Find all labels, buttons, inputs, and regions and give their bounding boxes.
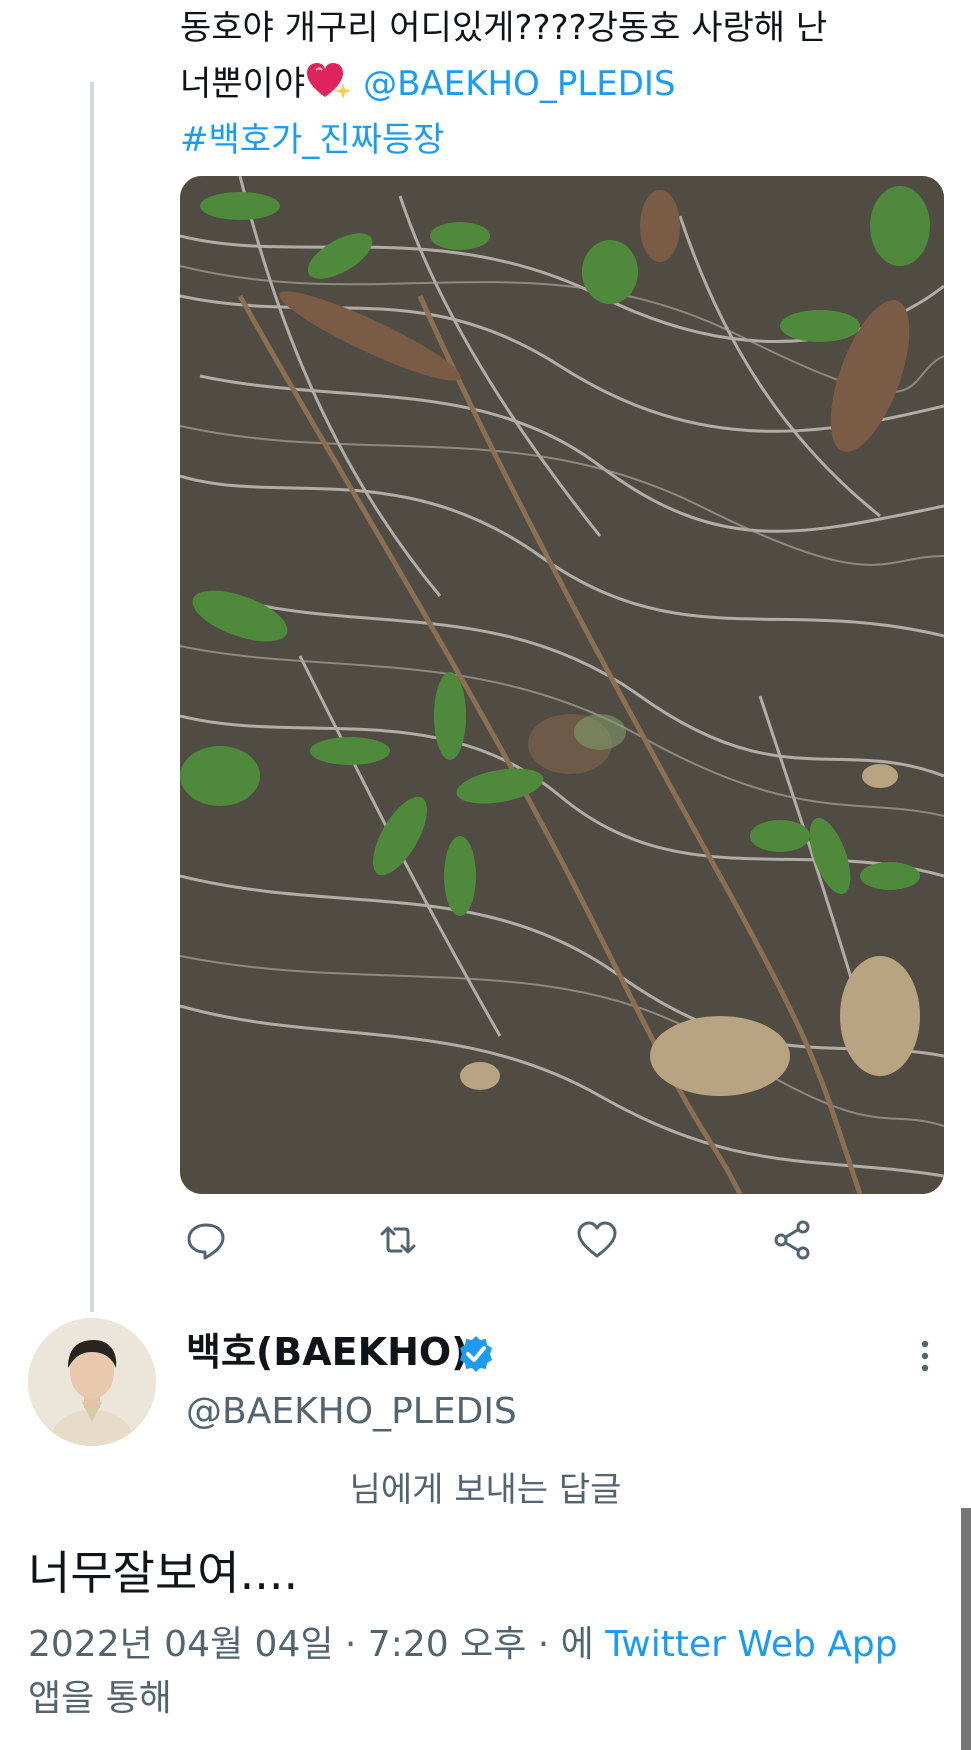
share-button[interactable]: [770, 1218, 814, 1262]
scrollbar-thumb[interactable]: [961, 1508, 971, 1750]
share-icon: [774, 1220, 810, 1260]
hashtag-link[interactable]: #백호가_진짜등장: [180, 112, 940, 168]
tweet-photo[interactable]: [180, 176, 944, 1194]
reply-body-text: 너무잘보여....: [28, 1546, 299, 1600]
display-name[interactable]: 백호(BAEKHO): [186, 1328, 469, 1376]
verified-badge-icon: [460, 1336, 492, 1372]
timestamp-line: 2022년 04월 04일 · 7:20 오후 · 에 Twitter Web …: [28, 1618, 928, 1672]
avatar[interactable]: [28, 1318, 156, 1446]
source-app-link[interactable]: Twitter Web App: [605, 1624, 897, 1665]
retweet-button[interactable]: [376, 1218, 420, 1262]
like-button[interactable]: [575, 1218, 619, 1262]
retweet-icon: [380, 1226, 416, 1254]
tweet-action-bar: [180, 1218, 940, 1262]
sparkling-heart-icon: [307, 63, 352, 99]
photo-frog-in-grass: [180, 176, 944, 1194]
mention-link[interactable]: @BAEKHO_PLEDIS: [363, 64, 675, 104]
source-suffix: 앱을 통해: [28, 1678, 172, 1719]
user-handle[interactable]: @BAEKHO_PLEDIS: [186, 1388, 517, 1436]
tweet-metadata: 2022년 04월 04일 · 7:20 오후 · 에 Twitter Web …: [28, 1618, 928, 1726]
timestamp[interactable]: 2022년 04월 04일 · 7:20 오후 · 에: [28, 1624, 594, 1665]
more-options-icon[interactable]: [910, 1336, 940, 1376]
thread-connector-line: [90, 82, 94, 1312]
reply-context: 님에게 보내는 답글: [349, 1470, 622, 1510]
tweet-text-prefix: 너뿐이야: [180, 64, 306, 104]
tweet-text-line-1: 동호야 개구리 어디있게????강동호 사랑해 난: [180, 8, 828, 48]
profile-photo: [28, 1318, 156, 1446]
reply-icon: [187, 1223, 225, 1260]
tweet-text: 동호야 개구리 어디있게????강동호 사랑해 난 너뿐이야 @BAEKHO_PL…: [180, 0, 940, 168]
tweet-text-line-2: 너뿐이야 @BAEKHO_PLEDIS: [180, 56, 940, 112]
reply-button[interactable]: [184, 1218, 228, 1262]
heart-icon: [577, 1221, 617, 1258]
